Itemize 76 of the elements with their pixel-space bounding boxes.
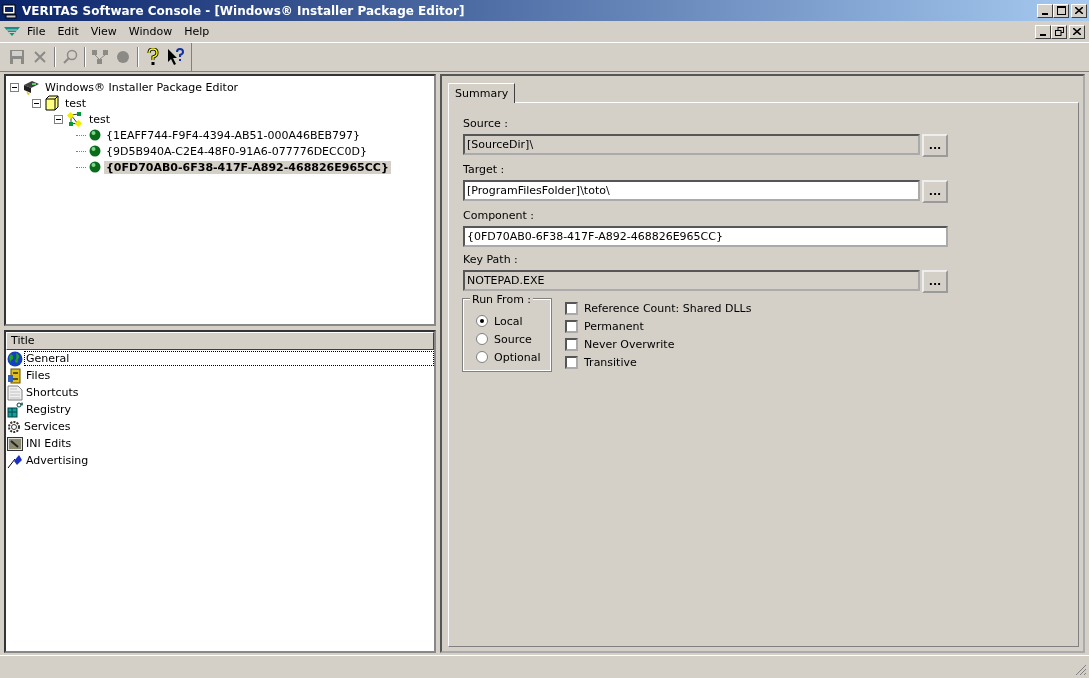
radio-label[interactable]: Optional [494,350,541,364]
list-item[interactable]: INI Edits [24,436,74,451]
close-icon [1075,7,1083,14]
checkbox[interactable] [565,355,578,369]
menu-item[interactable]: Window [123,24,178,39]
registry-cubes-icon [7,401,23,418]
tree-item[interactable]: test [63,96,89,110]
sphere-icon [89,145,101,157]
checkbox-label[interactable]: Permanent [584,319,644,333]
restore-button[interactable] [1051,24,1067,39]
list-item[interactable]: Shortcuts [24,385,81,400]
collapse-toggle[interactable] [54,114,63,124]
menu-item[interactable]: Edit [52,24,84,39]
checkbox-label[interactable]: Never Overwrite [584,337,675,351]
checkbox-label[interactable]: Transitive [584,355,637,369]
field-label: Source : [463,117,509,130]
browse-button[interactable]: ... [922,180,948,203]
collapse-toggle[interactable] [10,82,19,92]
list-item[interactable]: General [24,351,434,366]
network-icon [66,111,84,127]
checkbox[interactable] [565,337,578,351]
close-button[interactable] [1071,3,1087,18]
whats-this-button[interactable] [165,46,187,68]
radio-label[interactable]: Local [494,314,523,328]
tree-item[interactable]: test [87,112,113,126]
radio-button[interactable] [476,351,488,363]
tree-item[interactable]: Windows® Installer Package Editor [43,80,241,94]
field-label: Component : [463,209,536,222]
minimize-button[interactable] [1035,24,1051,39]
tree-item[interactable]: {0FD70AB0-6F38-417F-A892-468826E965CC} [104,160,391,174]
field-label: Target : [463,163,506,176]
window-title: VERITAS Software Console - [Windows® Installer Package Editor] [22,3,465,18]
text-field[interactable]: [ProgramFilesFolder]\toto\ [463,180,920,201]
maximize-button[interactable] [1053,3,1069,18]
tab[interactable]: Summary [448,83,516,103]
field-label: Key Path : [463,253,519,266]
close-button[interactable] [1069,24,1085,39]
list-item[interactable]: Files [24,368,53,383]
delete-icon [33,50,47,64]
radio-button[interactable] [476,315,488,327]
help-icon [147,48,159,66]
checkbox[interactable] [565,319,578,333]
radio-label[interactable]: Source [494,332,532,346]
box-icon [44,95,60,111]
globe-icon [7,350,23,367]
collapse-toggle[interactable] [32,98,41,108]
package-icon [22,79,40,95]
file-cabinet-icon [7,367,23,384]
resize-grip-icon [1075,664,1087,676]
column-header[interactable]: Title [6,332,434,350]
menu-item[interactable]: View [85,24,122,39]
picture-frame-icon [7,436,23,451]
list-item[interactable]: Registry [24,402,74,417]
sphere-icon [89,161,101,173]
search-icon [62,49,78,65]
checkbox-label[interactable]: Reference Count: Shared DLLs [584,301,752,315]
document-icon [7,384,23,401]
menu-item[interactable]: File [22,24,51,39]
text-field[interactable]: {0FD70AB0-6F38-417F-A892-468826E965CC} [463,226,948,247]
tree-item[interactable]: {9D5B940A-C2E4-48F0-91A6-077776DECC0D} [104,144,369,158]
menu-item[interactable]: Help [179,24,215,39]
sphere-icon [89,129,101,141]
minimize-button[interactable] [1037,3,1053,18]
list-item[interactable]: Advertising [24,453,91,468]
hierarchy-icon [91,49,109,65]
tree-item[interactable]: {1EAFF744-F9F4-4394-AB51-000A46BEB797} [104,128,363,142]
radio-button[interactable] [476,333,488,345]
app-icon [2,2,18,19]
group-label: Run From : [470,293,534,306]
gear-icon [7,419,21,434]
close-icon [1073,28,1081,35]
sphere-icon [116,50,130,64]
pointer-question-icon [167,48,185,66]
funnel-icon [4,26,20,37]
checkbox[interactable] [565,301,578,315]
list-item[interactable]: Services [22,419,73,434]
